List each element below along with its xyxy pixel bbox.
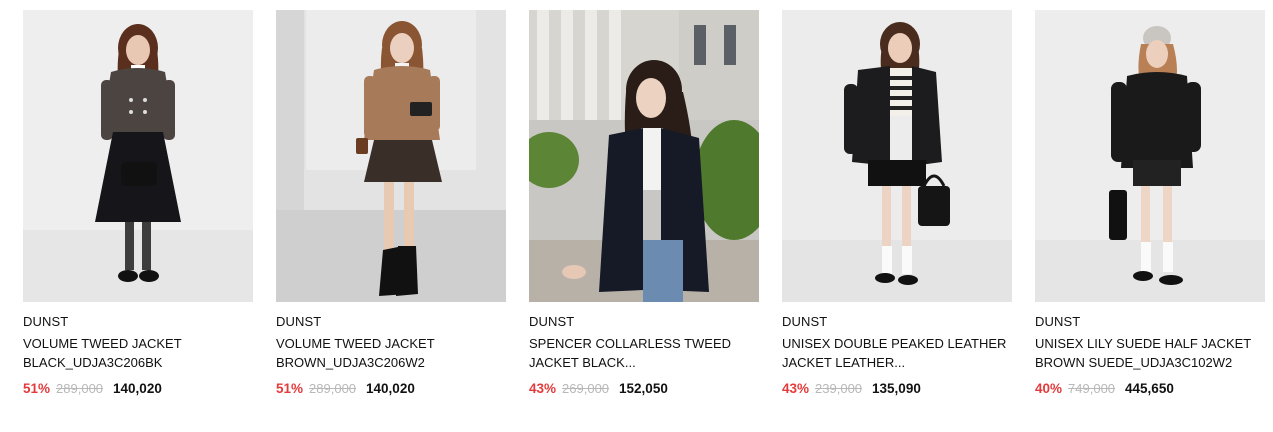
original-price: 239,000 (815, 381, 863, 396)
discount-rate: 43% (782, 381, 810, 396)
model-spencer-jacket-outdoor-image[interactable] (529, 10, 759, 302)
original-price: 289,000 (56, 381, 104, 396)
product-name[interactable]: UNISEX LILY SUEDE HALF JACKET BROWN SUED… (1035, 334, 1265, 372)
discount-rate: 51% (23, 381, 51, 396)
product-card[interactable]: DUNST VOLUME TWEED JACKET BROWN_UDJA3C20… (276, 10, 506, 398)
product-name-line: BLACK_UDJA3C206BK (23, 355, 163, 370)
product-brand: DUNST (782, 314, 828, 329)
sale-price: 140,020 (366, 381, 415, 396)
sale-price: 445,650 (1125, 381, 1174, 396)
discount-rate: 40% (1035, 381, 1063, 396)
price-row: 51% 289,000 140,020 (276, 380, 506, 398)
product-name-line: BROWN_UDJA3C206W2 (276, 355, 425, 370)
product-name[interactable]: VOLUME TWEED JACKET BROWN_UDJA3C206W2 (276, 334, 506, 372)
product-name-line: VOLUME TWEED JACKET (276, 336, 435, 351)
product-name-line: UNISEX LILY SUEDE HALF JACKET (1035, 336, 1252, 351)
model-brown-tweed-jacket-image[interactable] (276, 10, 506, 302)
price-row: 43% 269,000 152,050 (529, 380, 759, 398)
discount-rate: 43% (529, 381, 557, 396)
original-price: 749,000 (1068, 381, 1116, 396)
sale-price: 152,050 (619, 381, 668, 396)
original-price: 289,000 (309, 381, 357, 396)
product-name-line: UNISEX DOUBLE PEAKED LEATHER (782, 336, 1007, 351)
price-row: 51% 289,000 140,020 (23, 380, 253, 398)
price-row: 40% 749,000 445,650 (1035, 380, 1265, 398)
product-name[interactable]: UNISEX DOUBLE PEAKED LEATHER JACKET LEAT… (782, 334, 1012, 372)
original-price: 269,000 (562, 381, 610, 396)
product-card[interactable]: DUNST UNISEX DOUBLE PEAKED LEATHER JACKE… (782, 10, 1012, 398)
product-brand: DUNST (1035, 314, 1081, 329)
product-name-line: JACKET LEATHER... (782, 355, 906, 370)
product-grid: DUNST VOLUME TWEED JACKET BLACK_UDJA3C20… (23, 10, 1265, 398)
discount-rate: 51% (276, 381, 304, 396)
sale-price: 140,020 (113, 381, 162, 396)
product-name[interactable]: SPENCER COLLARLESS TWEED JACKET BLACK... (529, 334, 759, 372)
product-name[interactable]: VOLUME TWEED JACKET BLACK_UDJA3C206BK (23, 334, 253, 372)
price-row: 43% 239,000 135,090 (782, 380, 1012, 398)
model-black-tweed-jacket-image[interactable] (23, 10, 253, 302)
model-leather-jacket-image[interactable] (782, 10, 1012, 302)
product-name-line: BROWN SUEDE_UDJA3C102W2 (1035, 355, 1233, 370)
sale-price: 135,090 (872, 381, 921, 396)
product-card[interactable]: DUNST UNISEX LILY SUEDE HALF JACKET BROW… (1035, 10, 1265, 398)
model-suede-jacket-image[interactable] (1035, 10, 1265, 302)
product-name-line: VOLUME TWEED JACKET (23, 336, 182, 351)
product-name-line: JACKET BLACK... (529, 355, 636, 370)
product-brand: DUNST (276, 314, 322, 329)
product-card[interactable]: DUNST VOLUME TWEED JACKET BLACK_UDJA3C20… (23, 10, 253, 398)
product-card[interactable]: DUNST SPENCER COLLARLESS TWEED JACKET BL… (529, 10, 759, 398)
product-brand: DUNST (23, 314, 69, 329)
product-name-line: SPENCER COLLARLESS TWEED (529, 336, 732, 351)
product-brand: DUNST (529, 314, 575, 329)
